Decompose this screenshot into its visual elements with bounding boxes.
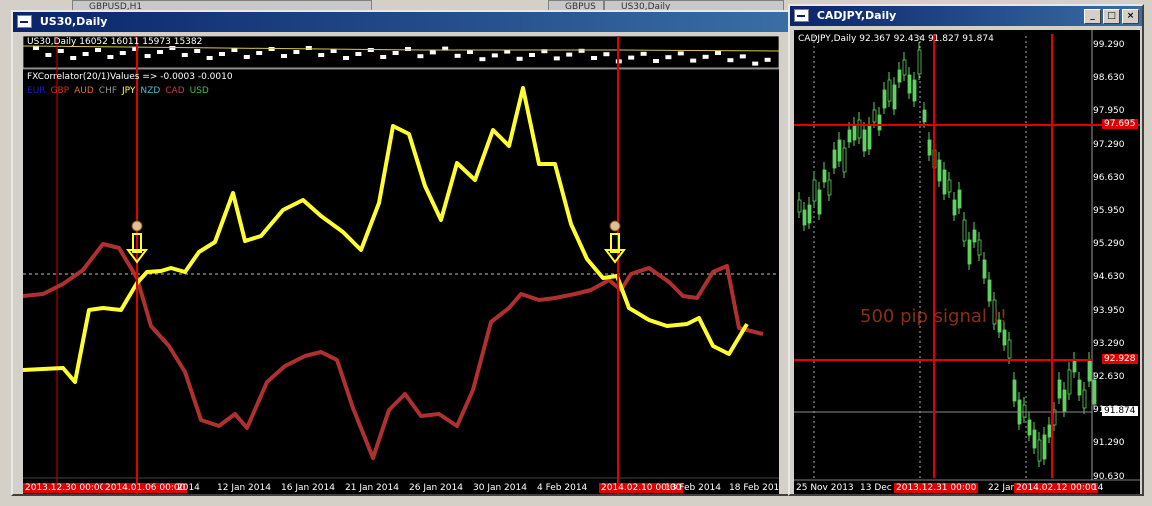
indicator-values: FXCorrelator(20/1)Values => -0.0003 -0.0… (27, 72, 233, 82)
legend-chf: CHF (98, 86, 118, 96)
price-tag-high: 97.695 (1102, 119, 1138, 129)
price-axis-label: 91.290 (1093, 438, 1125, 449)
jpy-correlation-line (23, 86, 749, 384)
price-axis-label: 95.950 (1093, 206, 1125, 216)
price-axis-label: 93.290 (1093, 338, 1125, 349)
x-label: 21 Jan 2014 (345, 483, 399, 493)
cadjpy-chart-svg (794, 30, 1140, 481)
buy-arrow-2 (604, 220, 626, 264)
price-axis-label: 90.630 (1093, 471, 1125, 482)
price-axis-label: 97.950 (1093, 106, 1125, 117)
legend-jpy: JPY (122, 86, 136, 96)
price-axis-label: 98.630 (1093, 73, 1125, 84)
x-label-signal-date: 2013.12.31 00:00 (894, 483, 979, 493)
close-button[interactable]: × (1122, 9, 1139, 24)
x-label-signal-date-1: 2013.12.30 00:00 (23, 483, 108, 493)
x-label: 4 Feb 2014 (537, 483, 588, 493)
x-label-signal-date: 2014.02.12 00:00 (1014, 483, 1099, 493)
price-tag-low: 92.928 (1102, 354, 1138, 364)
legend-gbp: GBP (50, 86, 70, 96)
cadjpy-window-title: CADJPY,Daily (816, 9, 897, 22)
chart-window-icon (17, 14, 32, 28)
maximize-button[interactable]: □ (1103, 9, 1120, 24)
legend-aud: AUD (74, 86, 94, 96)
legend-nzd: NZD (140, 86, 161, 96)
x-label-signal-date-2: 2014.01.06 00:00 (103, 483, 188, 493)
legend-eur: EUR (27, 86, 46, 96)
us30-window-title: US30,Daily (39, 15, 108, 28)
currency-legend: EUR GBP AUD CHF JPY NZD CAD USD (27, 86, 214, 96)
price-axis-label: 99.290 (1093, 40, 1125, 50)
us30-title-bar[interactable]: US30,Daily (13, 12, 789, 32)
x-label: 12 Jan 2014 (217, 483, 271, 493)
us30-chart-svg (23, 36, 779, 494)
price-axis-label: 93.950 (1093, 305, 1125, 316)
price-axis-label: 92.630 (1093, 372, 1125, 382)
x-label: 13 Feb 2014 (665, 483, 722, 493)
cadjpy-header-line: CADJPY,Daily 92.367 92.434 91.827 91.874 (798, 34, 994, 44)
x-label: 25 Nov 2013 (796, 483, 854, 493)
x-label: 16 Jan 2014 (281, 483, 335, 493)
cadjpy-chart-area[interactable]: CADJPY,Daily 92.367 92.434 91.827 91.874… (794, 30, 1140, 494)
x-label: 14 (1092, 483, 1104, 493)
us30-chart-area[interactable]: US30,Daily 16052 16011 15973 15382 FXCor… (23, 36, 779, 494)
current-price-tag: 91.874 (1102, 406, 1138, 416)
cadjpy-title-bar[interactable]: CADJPY,Daily _ □ × (790, 6, 1142, 26)
cad-correlation-line (23, 242, 764, 460)
x-label: 30 Jan 2014 (473, 483, 527, 493)
us30-header-line: US30,Daily 16052 16011 15973 15382 (27, 37, 203, 47)
minimize-button[interactable]: _ (1084, 9, 1101, 24)
x-label: 2014 (177, 483, 200, 493)
price-axis-label: 97.290 (1093, 139, 1125, 150)
chart-window-icon (794, 8, 809, 22)
legend-usd: USD (189, 86, 209, 96)
signal-annotation: 500 pip signal !! (860, 306, 1008, 327)
x-label: 26 Jan 2014 (409, 483, 463, 493)
price-axis-label: 95.290 (1093, 239, 1125, 250)
price-axis-label: 96.630 (1093, 172, 1125, 183)
x-label: 18 Feb 2014 (729, 483, 779, 493)
x-label: 22 Jan (988, 483, 1017, 493)
cadjpy-chart-window[interactable]: CADJPY,Daily _ □ × CADJPY,Daily 92.367 9… (788, 4, 1144, 496)
us30-chart-window[interactable]: US30,Daily US30,Daily 16052 16011 15973 … (11, 10, 791, 496)
legend-cad: CAD (165, 86, 185, 96)
price-axis-label: 94.630 (1093, 272, 1125, 283)
